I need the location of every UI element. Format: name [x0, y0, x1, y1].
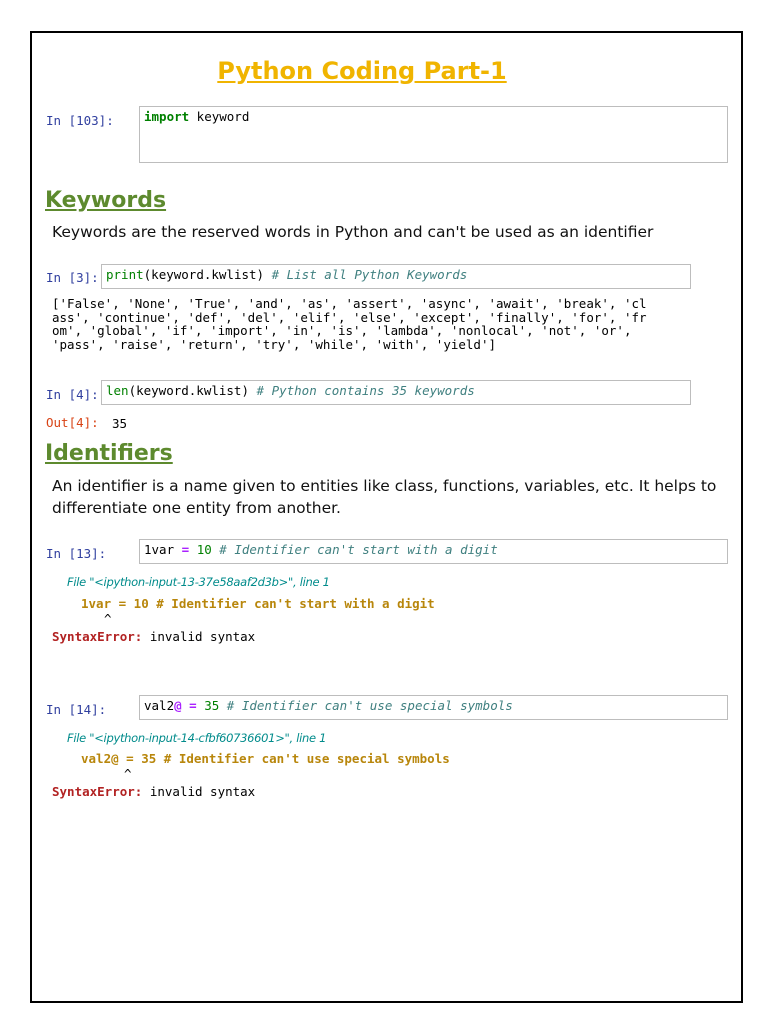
cell-13-prompt: In [13]: [46, 546, 107, 561]
cell-4-output: 35 [112, 416, 128, 431]
traceback-caret-13: ^ [104, 611, 112, 626]
cell-14-editor[interactable]: val2@ = 35 # Identifier can't use specia… [139, 695, 728, 720]
error-text: invalid syntax [142, 784, 256, 799]
cell-103-editor[interactable]: import keyword [139, 106, 728, 163]
code-text: val2 [144, 698, 175, 713]
code-comment: # List all Python Keywords [271, 267, 468, 282]
traceback-file-13: File "<ipython-input-13-37e58aaf2d3b>", … [67, 575, 330, 589]
code-number: 10 [189, 542, 220, 557]
cell-3-prompt: In [3]: [46, 270, 99, 285]
code-comment: # Python contains 35 keywords [256, 383, 475, 398]
cell-4-prompt: In [4]: [46, 387, 99, 402]
error-text: invalid syntax [142, 629, 256, 644]
section-text-keywords: Keywords are the reserved words in Pytho… [52, 223, 654, 241]
error-name: SyntaxError: [52, 784, 143, 799]
cell-103-prompt: In [103]: [46, 113, 114, 128]
page-title: Python Coding Part-1 [217, 57, 507, 85]
traceback-code-13: 1var = 10 # Identifier can't start with … [81, 596, 435, 611]
notebook-page: Python Coding Part-1 In [103]: import ke… [30, 31, 743, 1003]
cell-4-editor[interactable]: len(keyword.kwlist) # Python contains 35… [101, 380, 691, 405]
code-text: (keyword.kwlist) [143, 267, 272, 282]
traceback-caret-14: ^ [124, 766, 132, 781]
cell-13-editor[interactable]: 1var = 10 # Identifier can't start with … [139, 539, 728, 564]
traceback-file-14: File "<ipython-input-14-cfbf60736601>", … [67, 731, 327, 745]
code-text: (keyword.kwlist) [128, 383, 257, 398]
cell-3-output: ['False', 'None', 'True', 'and', 'as', '… [52, 296, 647, 352]
code-text: keyword [189, 109, 250, 124]
cell-14-prompt: In [14]: [46, 702, 107, 717]
code-builtin: print [106, 267, 144, 282]
section-heading-keywords: Keywords [45, 188, 167, 213]
code-text: 1var [144, 542, 182, 557]
section-text-identifiers: An identifier is a name given to entitie… [52, 477, 717, 517]
code-comment: # Identifier can't start with a digit [219, 542, 498, 557]
code-number: 35 [196, 698, 227, 713]
traceback-code-14: val2@ = 35 # Identifier can't use specia… [81, 751, 450, 766]
code-comment: # Identifier can't use special symbols [226, 698, 513, 713]
cell-4-out-prompt: Out[4]: [46, 415, 99, 430]
section-heading-identifiers: Identifiers [45, 441, 173, 466]
code-operator: @ = [174, 698, 197, 713]
error-name: SyntaxError: [52, 629, 143, 644]
syntax-error-14: SyntaxError: invalid syntax [52, 784, 255, 799]
syntax-error-13: SyntaxError: invalid syntax [52, 629, 255, 644]
code-keyword: import [144, 109, 190, 124]
code-builtin: len [106, 383, 129, 398]
cell-3-editor[interactable]: print(keyword.kwlist) # List all Python … [101, 264, 691, 289]
